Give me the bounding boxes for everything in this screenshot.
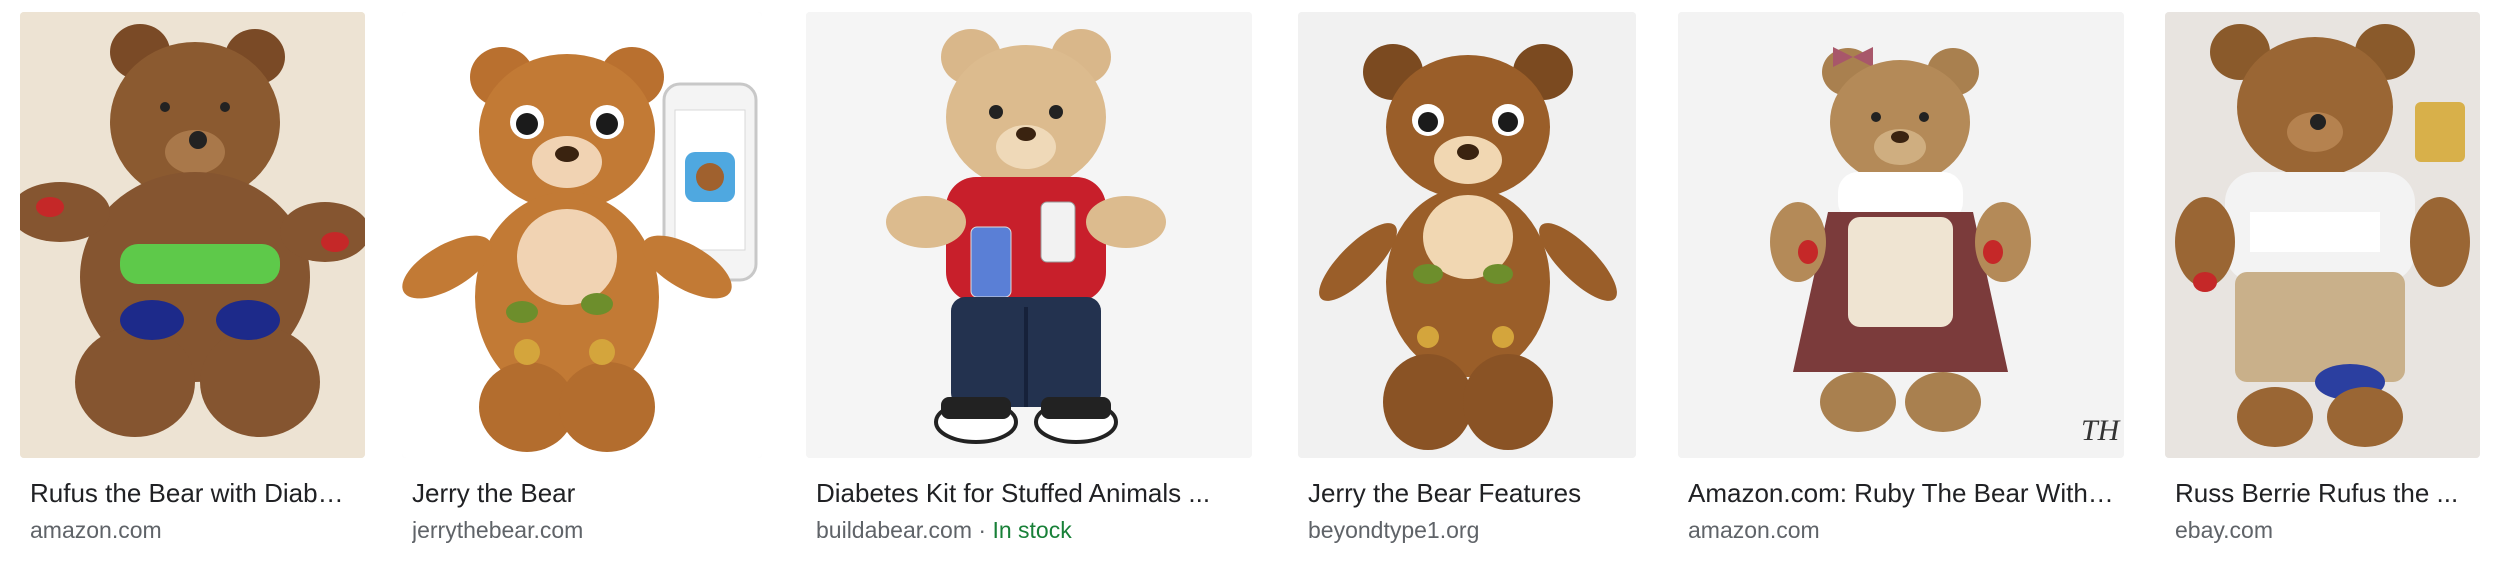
image-result-card[interactable]: Jerry the Bear jerrythebear.com: [402, 12, 762, 546]
result-source: ebay.com: [2175, 517, 2274, 543]
result-source: amazon.com: [1688, 517, 1820, 543]
result-thumbnail[interactable]: [402, 12, 762, 458]
result-source: jerrythebear.com: [412, 517, 584, 543]
availability-badge: In stock: [992, 517, 1072, 543]
image-result-card[interactable]: Russ Berrie Rufus the ... ebay.com: [2165, 12, 2480, 546]
result-title[interactable]: Jerry the Bear Features: [1308, 476, 1630, 510]
bear-image: [402, 12, 762, 458]
result-source: beyondtype1.org: [1308, 517, 1480, 543]
result-thumbnail[interactable]: [2165, 12, 2480, 458]
image-result-card[interactable]: Diabetes Kit for Stuffed Animals ... bui…: [806, 12, 1252, 546]
image-results-strip: Rufus the Bear with Diab… amazon.com Jer…: [0, 0, 2500, 568]
result-thumbnail[interactable]: [20, 12, 365, 458]
result-title[interactable]: Diabetes Kit for Stuffed Animals ...: [816, 476, 1246, 510]
result-source: amazon.com: [30, 517, 162, 543]
separator-dot: ·: [978, 517, 987, 543]
bear-image: [1298, 12, 1636, 458]
result-title[interactable]: Rufus the Bear with Diab…: [30, 476, 359, 510]
image-result-card[interactable]: Jerry the Bear Features beyondtype1.org: [1298, 12, 1636, 546]
image-result-card[interactable]: Rufus the Bear with Diab… amazon.com: [20, 12, 365, 546]
result-title[interactable]: Jerry the Bear: [412, 476, 756, 510]
watermark: TH: [2081, 414, 2122, 447]
result-source: buildabear.com: [816, 517, 972, 543]
image-result-card[interactable]: TH Amazon.com: Ruby The Bear With… amazo…: [1678, 12, 2124, 546]
bear-image: [806, 12, 1252, 458]
result-thumbnail[interactable]: TH: [1678, 12, 2124, 458]
result-title[interactable]: Russ Berrie Rufus the ...: [2175, 476, 2474, 510]
result-thumbnail[interactable]: [1298, 12, 1636, 458]
result-title[interactable]: Amazon.com: Ruby The Bear With…: [1688, 476, 2118, 510]
bear-image: [20, 12, 365, 458]
bear-image: TH: [1678, 12, 2124, 458]
bear-image: [2165, 12, 2480, 458]
result-thumbnail[interactable]: [806, 12, 1252, 458]
